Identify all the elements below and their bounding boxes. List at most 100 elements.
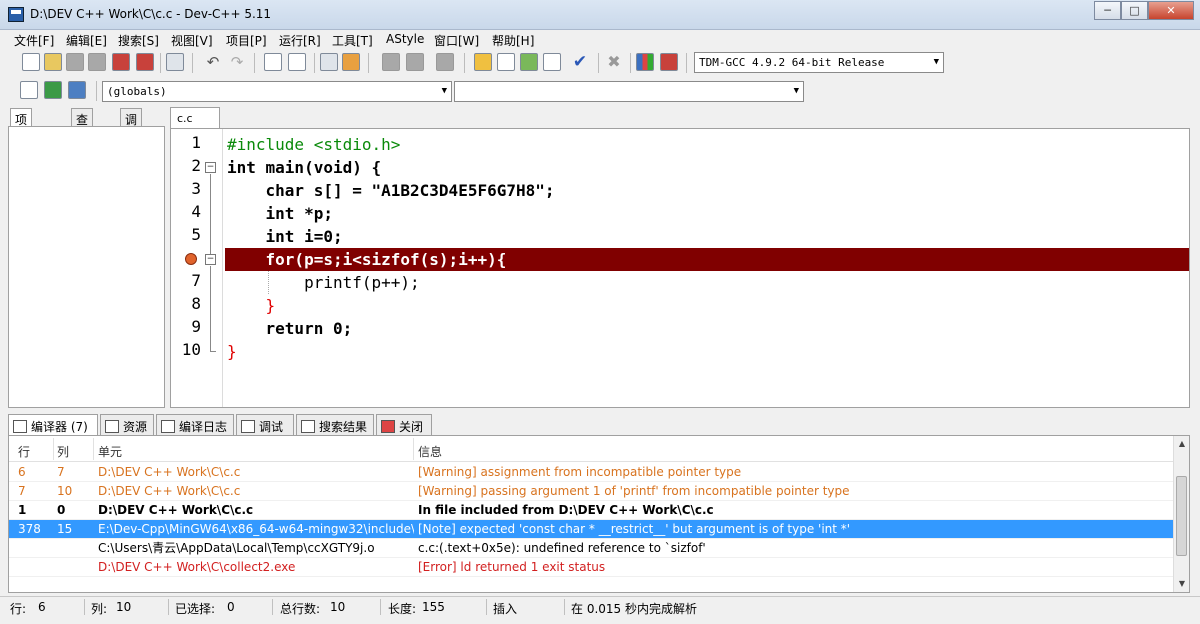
tab-debug-output[interactable]: 调试	[236, 414, 294, 436]
code-text: int main(void) {	[227, 158, 382, 177]
table-row[interactable]: 6 7 D:\DEV C++ Work\C\c.c [Warning] assi…	[9, 463, 1175, 482]
menu-run[interactable]: 运行[R]	[279, 32, 321, 49]
table-row[interactable]: D:\DEV C++ Work\C\collect2.exe [Error] l…	[9, 558, 1175, 577]
menu-astyle[interactable]: AStyle	[386, 32, 424, 46]
table-row	[9, 577, 1175, 592]
row-message: [Note] expected 'const char * __restrict…	[418, 522, 851, 536]
messages-scrollbar[interactable]: ▲ ▼	[1173, 436, 1189, 592]
scrollbar-thumb[interactable]	[1176, 476, 1187, 556]
insert-icon[interactable]	[20, 81, 38, 99]
row-unit: E:\Dev-Cpp\MinGW64\x86_64-w64-mingw32\in…	[98, 522, 414, 536]
stop-icon[interactable]: ✖	[605, 53, 623, 71]
rebuild-icon[interactable]	[543, 53, 561, 71]
compiler-select[interactable]: TDM-GCC 4.9.2 64-bit Release ▼	[694, 52, 944, 73]
close-all-icon[interactable]	[136, 53, 154, 71]
tab-close[interactable]: 关闭	[376, 414, 432, 436]
scope-select[interactable]: (globals) ▼	[102, 81, 452, 102]
status-total: 10	[330, 600, 346, 614]
menu-edit[interactable]: 编辑[E]	[66, 32, 107, 49]
tab-class-browser[interactable]: 查看类	[71, 108, 94, 161]
close-file-icon[interactable]	[112, 53, 130, 71]
close-button[interactable]: ✕	[1148, 1, 1194, 20]
status-row: 6	[38, 600, 46, 614]
fold-toggle-icon[interactable]: −	[205, 162, 216, 173]
menu-help[interactable]: 帮助[H]	[492, 32, 534, 49]
unindent-icon[interactable]	[342, 53, 360, 71]
line-number: 1	[191, 133, 201, 152]
menu-window[interactable]: 窗口[W]	[434, 32, 479, 49]
toggle-bookmark-icon[interactable]	[68, 81, 86, 99]
row-message: In file included from D:\DEV C++ Work\C\…	[418, 503, 714, 517]
window-controls: ─ □ ✕	[1094, 1, 1194, 20]
print-icon[interactable]	[166, 53, 184, 71]
table-row[interactable]: 7 10 D:\DEV C++ Work\C\c.c [Warning] pas…	[9, 482, 1175, 501]
editor-file-tab[interactable]: c.c	[170, 107, 220, 129]
header-message[interactable]: 信息	[418, 443, 442, 460]
status-divider	[168, 599, 169, 615]
breakpoint-icon[interactable]	[185, 253, 197, 265]
header-line[interactable]: 行	[18, 443, 30, 460]
tab-compile-log[interactable]: 编译日志	[156, 414, 234, 436]
resource-icon	[105, 420, 119, 433]
delete-profile-icon[interactable]	[660, 53, 678, 71]
save-icon[interactable]	[66, 53, 84, 71]
menu-tools[interactable]: 工具[T]	[332, 32, 373, 49]
code-text: int i=0;	[227, 227, 343, 246]
tab-search-results[interactable]: 搜索结果	[296, 414, 374, 436]
status-divider	[380, 599, 381, 615]
bookmark-next-icon[interactable]	[406, 53, 424, 71]
compile-run-icon[interactable]	[520, 53, 538, 71]
menu-view[interactable]: 视图[V]	[171, 32, 213, 49]
bookmark-prev-icon[interactable]	[382, 53, 400, 71]
find-icon[interactable]	[264, 53, 282, 71]
chart-icon	[161, 420, 175, 433]
project-tree-panel[interactable]	[8, 126, 165, 408]
tab-debug[interactable]: 调试	[120, 108, 143, 144]
maximize-button[interactable]: □	[1121, 1, 1148, 20]
scroll-up-icon[interactable]: ▲	[1174, 436, 1189, 452]
toolbar-separator	[160, 53, 161, 73]
tab-project-manager[interactable]: 项目管理	[10, 108, 33, 178]
title-bar: D:\DEV C++ Work\C\c.c - Dev-C++ 5.11 ─ □…	[0, 0, 1200, 30]
menu-search[interactable]: 搜索[S]	[118, 32, 159, 49]
menu-project[interactable]: 项目[P]	[226, 32, 267, 49]
status-divider	[486, 599, 487, 615]
syntax-check-icon[interactable]: ✔	[571, 53, 589, 71]
grid-icon	[13, 420, 27, 433]
toolbar-separator	[192, 53, 193, 73]
profile-icon[interactable]	[636, 53, 654, 71]
function-select[interactable]: ▼	[454, 81, 804, 102]
compile-icon[interactable]	[474, 53, 492, 71]
status-length-label: 长度:	[388, 602, 417, 616]
indent-icon[interactable]	[320, 53, 338, 71]
replace-icon[interactable]	[288, 53, 306, 71]
header-col[interactable]: 列	[57, 443, 69, 460]
status-length: 155	[422, 600, 445, 614]
code-line-5: int i=0;	[225, 225, 1189, 248]
tab-close-label: 关闭	[399, 420, 424, 434]
tab-compiler[interactable]: 编译器 (7)	[8, 414, 98, 436]
code-editor[interactable]: 1 2 3 4 5 7 8 9 10 − − #include <stdio.h…	[170, 128, 1190, 408]
table-row-selected[interactable]: 378 15 E:\Dev-Cpp\MinGW64\x86_64-w64-min…	[9, 520, 1175, 539]
bookmark-icon[interactable]	[436, 53, 454, 71]
table-row[interactable]: C:\Users\青云\AppData\Local\Temp\ccXGTY9j.…	[9, 539, 1175, 558]
minimize-button[interactable]: ─	[1094, 1, 1121, 20]
tab-resources[interactable]: 资源	[100, 414, 154, 436]
undo-icon[interactable]: ↶	[204, 53, 222, 71]
class-toolbar: (globals) ▼ ▼	[8, 78, 808, 104]
new-file-icon[interactable]	[22, 53, 40, 71]
fold-toggle-icon[interactable]: −	[205, 254, 216, 265]
code-text: #include <stdio.h>	[227, 135, 401, 154]
redo-icon[interactable]: ↷	[228, 53, 246, 71]
open-file-icon[interactable]	[44, 53, 62, 71]
table-row[interactable]: 1 0 D:\DEV C++ Work\C\c.c In file includ…	[9, 501, 1175, 520]
scroll-down-icon[interactable]: ▼	[1174, 576, 1189, 592]
save-all-icon[interactable]	[88, 53, 106, 71]
code-line-3: char s[] = "A1B2C3D4E5F6G7H8";	[225, 179, 1189, 202]
tab-resources-label: 资源	[123, 420, 148, 434]
goto-icon[interactable]	[44, 81, 62, 99]
menu-file[interactable]: 文件[F]	[14, 32, 54, 49]
status-col: 10	[116, 600, 132, 614]
run-icon[interactable]	[497, 53, 515, 71]
header-unit[interactable]: 单元	[98, 443, 122, 460]
